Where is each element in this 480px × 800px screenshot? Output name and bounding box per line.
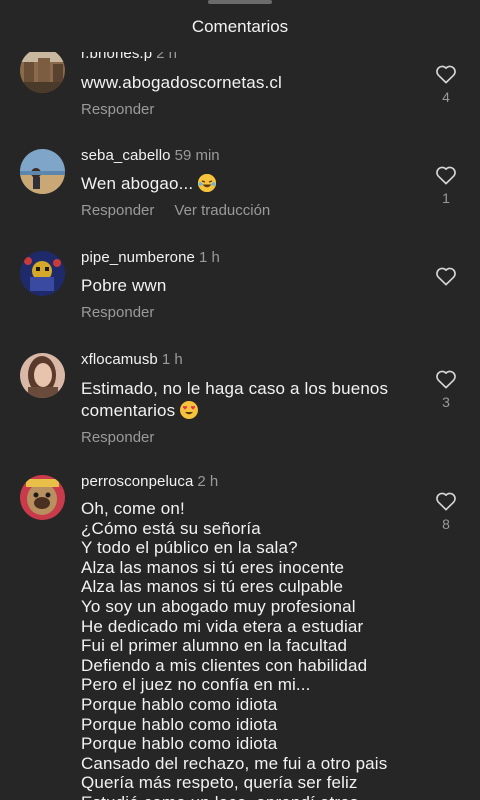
comment-time: 1 h <box>161 351 183 368</box>
avatar[interactable] <box>20 149 65 194</box>
heart-outline-icon <box>436 370 456 389</box>
comments-list[interactable]: r.briones.p 2 h www.abogadoscornetas.cl R… <box>0 0 480 800</box>
comment-text: Estimado, no le haga caso a los buenos c… <box>81 379 389 420</box>
avatar[interactable] <box>20 353 65 398</box>
reply-button[interactable]: Responder <box>81 304 154 321</box>
reply-button[interactable]: Responder <box>81 429 154 446</box>
avatar[interactable] <box>20 475 65 520</box>
drag-handle[interactable] <box>208 0 272 4</box>
like-button[interactable]: 8 <box>432 491 460 532</box>
sheet-title: Comentarios <box>191 17 289 36</box>
comment-time: 1 h <box>199 249 220 266</box>
heart-outline-icon <box>436 65 456 84</box>
comment-text: Oh, come on! ¿Cómo está su señoría Y tod… <box>81 499 388 800</box>
avatar[interactable] <box>20 48 65 93</box>
like-button[interactable]: 4 <box>432 64 460 105</box>
laughing-tears-emoji <box>198 174 217 192</box>
reply-button[interactable]: Responder <box>81 101 154 118</box>
comments-sheet: r.briones.p 2 h www.abogadoscornetas.cl R… <box>0 0 480 800</box>
comment-text: Wen abogao... <box>81 174 194 193</box>
heart-eyes-emoji <box>180 401 199 419</box>
comment-text: www.abogadoscornetas.cl <box>81 73 282 92</box>
like-button[interactable] <box>432 266 460 286</box>
like-button[interactable]: 3 <box>432 369 460 410</box>
like-count: 8 <box>442 516 450 532</box>
comment-time: 2 h <box>197 473 219 490</box>
like-count: 4 <box>442 89 450 105</box>
heart-outline-icon <box>436 166 456 185</box>
comment-time: 59 min <box>174 147 220 164</box>
comment-text: Pobre wwn <box>81 276 167 295</box>
comment-username[interactable]: perrosconpeluca <box>81 473 193 490</box>
heart-outline-icon <box>436 267 456 286</box>
comment-username[interactable]: pipe_numberone <box>81 249 195 266</box>
like-button[interactable]: 1 <box>432 165 460 206</box>
comment-username[interactable]: seba_cabello <box>81 147 171 164</box>
avatar[interactable] <box>20 251 65 296</box>
like-count: 3 <box>442 394 450 410</box>
see-translation-button[interactable]: Ver traducción <box>174 202 270 219</box>
like-count: 1 <box>442 190 450 206</box>
reply-button[interactable]: Responder <box>81 202 154 219</box>
heart-outline-icon <box>436 492 456 511</box>
comment-username[interactable]: xflocamusb <box>81 351 158 368</box>
